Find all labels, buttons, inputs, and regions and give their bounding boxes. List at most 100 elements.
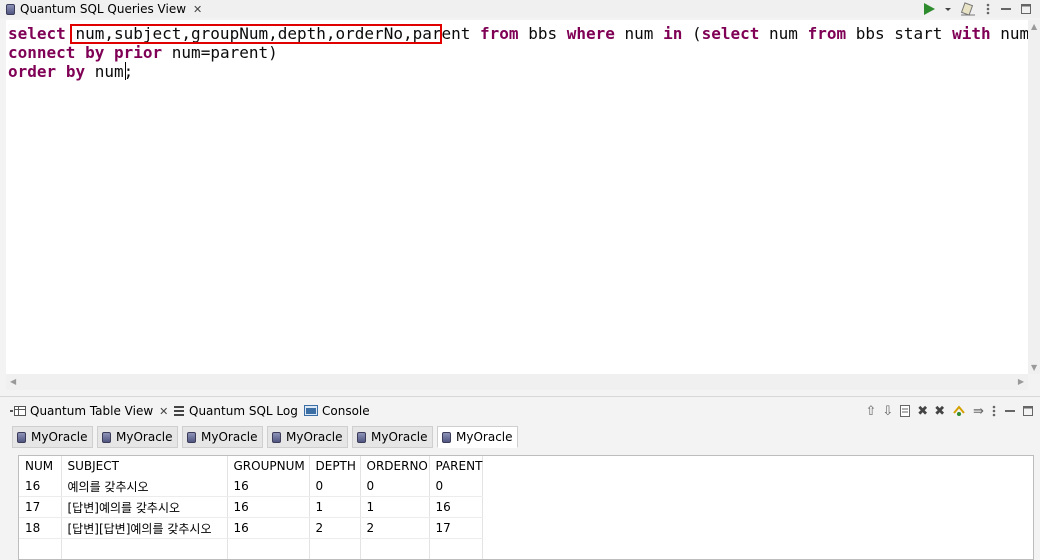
table-cell: [답변][답변]예의를 갖추시오 [61,517,228,539]
column-header[interactable]: SUBJECT [61,456,228,476]
connection-tab-label: MyOracle [371,430,428,444]
code-text: num=parent) [162,43,278,62]
maximize-icon[interactable] [1020,2,1032,16]
code-text: bbs start [846,24,953,43]
results-table: NUM SUBJECT GROUPNUM DEPTH ORDERNO PAREN… [19,456,484,559]
table-row-empty [19,538,484,559]
close-icon[interactable]: ✕ [159,405,168,418]
scroll-up-icon[interactable]: ▲ [1031,22,1037,31]
console-icon [304,405,318,416]
scroll-right-icon[interactable]: ▶ [1018,377,1024,386]
table-icon [10,406,26,416]
view-menu-icon[interactable] [990,404,998,418]
keyword: select [701,24,760,43]
code-text: num [614,24,664,43]
column-header[interactable]: GROUPNUM [227,456,310,476]
table-cell: 1 [309,496,361,518]
keyword: where [566,24,615,43]
refresh-icon[interactable] [951,404,967,418]
table-cell: 16 [19,476,62,497]
table-cell: 2 [309,517,361,539]
keyword: select [8,24,66,43]
table-cell: 18 [19,517,62,539]
vertical-scrollbar[interactable]: ▲ ▼ [1028,20,1040,374]
connection-tab-active[interactable]: MyOracle [437,426,518,448]
table-cell: 17 [429,517,484,539]
table-row[interactable]: 16 예의를 갖추시오 16 0 0 0 [19,476,484,497]
code-line-2: connect by prior num=parent) [8,43,278,62]
column-header[interactable]: PARENT [429,456,484,476]
close-all-icon[interactable]: ✖ [934,404,945,419]
database-icon [17,431,26,443]
scroll-left-icon[interactable]: ◀ [10,377,16,386]
keyword: connect [8,43,76,62]
database-icon [6,3,15,15]
tab-label: Quantum Table View [30,404,154,418]
table-cell: 2 [360,517,430,539]
connection-tab-label: MyOracle [31,430,88,444]
connection-tab[interactable]: MyOracle [182,426,263,448]
table-cell: 16 [429,496,484,518]
table-cell: 16 [227,496,310,518]
connection-tab[interactable]: MyOracle [12,426,93,448]
column-header[interactable]: ORDERNO [360,456,430,476]
results-table-container: NUM SUBJECT GROUPNUM DEPTH ORDERNO PAREN… [18,455,1034,560]
code-line-3: order by num; [8,62,133,81]
log-icon [174,406,184,416]
table-cell: 0 [360,476,430,497]
code-text: num [759,24,808,43]
bottom-panel-toolbar: ⇧ ⇩ ✖ ✖ ⇛ [865,401,1034,421]
table-cell: 0 [309,476,361,497]
scroll-down-icon[interactable]: ▼ [1031,363,1037,372]
code-text: ( [682,24,702,43]
database-icon [357,431,366,443]
keyword: order [8,62,57,81]
connection-tab[interactable]: MyOracle [97,426,178,448]
down-arrow-icon[interactable]: ⇩ [882,404,893,419]
keyword: from [807,24,847,43]
code-text: bbs [518,24,567,43]
table-row[interactable]: 18 [답변][답변]예의를 갖추시오 16 2 2 17 [19,517,484,539]
tab-label: Quantum SQL Log [189,404,298,418]
list-icon[interactable] [899,404,911,418]
sql-editor[interactable]: select num,subject,groupNum,depth,orderN… [6,20,1040,374]
tab-quantum-table-view[interactable]: Quantum Table View ✕ [10,401,168,421]
database-icon [442,431,451,443]
tab-quantum-sql-log[interactable]: Quantum SQL Log [173,401,298,421]
tab-label: Console [322,404,370,418]
table-cell: 16 [227,517,310,539]
top-view-toolbar [922,0,1032,18]
horizontal-scrollbar[interactable]: ◀ ▶ [6,374,1028,390]
connection-tab-label: MyOracle [286,430,343,444]
table-row[interactable]: 17 [답변]예의를 갖추시오 16 1 1 16 [19,496,484,518]
table-cell: 1 [360,496,430,518]
keyword: with [952,24,991,43]
database-icon [272,431,281,443]
maximize-icon[interactable] [1022,404,1034,418]
up-arrow-icon[interactable]: ⇧ [865,404,876,419]
keyword: from [480,24,519,43]
table-header-row: NUM SUBJECT GROUPNUM DEPTH ORDERNO PAREN… [19,456,484,476]
table-cell: 17 [19,496,62,518]
keyword: prior [113,43,163,62]
connection-tab[interactable]: MyOracle [352,426,433,448]
column-header[interactable]: DEPTH [309,456,361,476]
minimize-icon[interactable] [1004,404,1016,418]
close-icon[interactable]: ✕ [193,3,202,16]
remove-icon[interactable]: ✖ [917,404,928,419]
text-caret [125,62,126,80]
eraser-icon[interactable] [960,2,976,16]
connection-tab[interactable]: MyOracle [267,426,348,448]
minimize-icon[interactable] [1000,2,1012,16]
code-text: num; [85,62,134,81]
view-menu-icon[interactable] [984,2,992,16]
keyword: by [85,43,105,62]
table-cell: 0 [429,476,484,497]
sync-icon[interactable]: ⇛ [973,404,984,419]
connection-tab-label: MyOracle [201,430,258,444]
tab-console[interactable]: Console [304,401,370,421]
column-header[interactable]: NUM [19,456,62,476]
tab-quantum-sql-queries-view[interactable]: Quantum SQL Queries View ✕ [6,0,202,18]
run-icon[interactable] [922,2,936,16]
dropdown-icon[interactable] [944,2,952,16]
